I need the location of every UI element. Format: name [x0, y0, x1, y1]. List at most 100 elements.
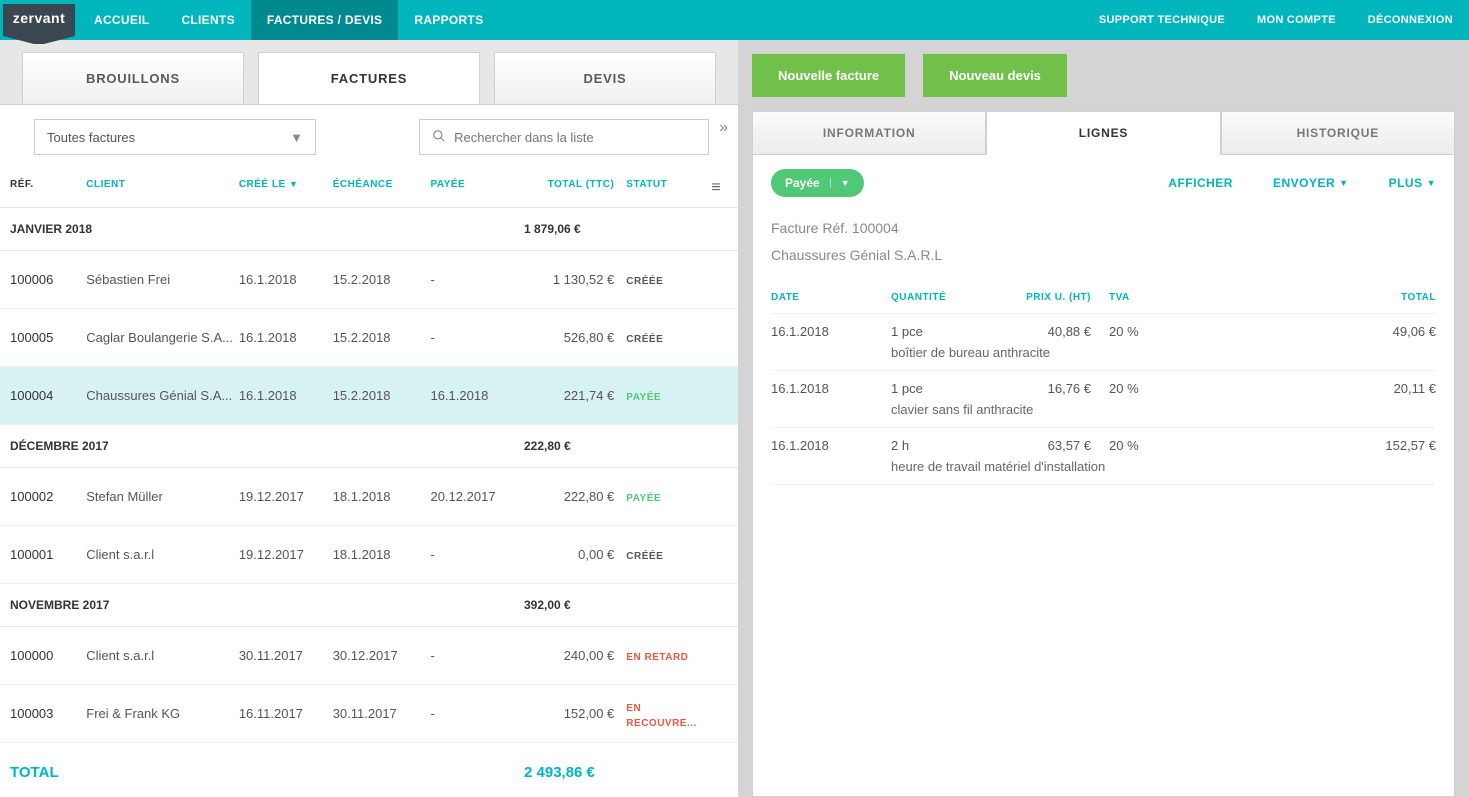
table-row[interactable]: 100000Client s.a.r.l30.11.201730.12.2017… — [0, 627, 738, 685]
cell-due: 15.2.2018 — [333, 320, 431, 355]
line-price: 63,57 € — [1001, 438, 1091, 453]
detail-tab[interactable]: HISTORIQUE — [1221, 111, 1455, 155]
cell-ref: 100001 — [10, 537, 86, 572]
plus-link[interactable]: PLUS ▼ — [1389, 176, 1436, 190]
col-total[interactable]: TOTAL (TTC) — [528, 169, 626, 207]
line-date: 16.1.2018 — [771, 381, 891, 396]
cell-status: CRÉÉE — [626, 320, 704, 355]
filter-select[interactable]: Toutes factures ▼ — [34, 119, 316, 155]
table-body: JANVIER 20181 879,06 €100006Sébastien Fr… — [0, 208, 738, 743]
line-total: 152,57 € — [1151, 438, 1436, 453]
collapse-panel-icon[interactable]: » — [719, 119, 728, 137]
footer-total-value: 2 493,86 € — [524, 764, 728, 781]
cell-total: 0,00 € — [528, 537, 626, 572]
table-row[interactable]: 100005Caglar Boulangerie S.A...16.1.2018… — [0, 309, 738, 367]
col-ref[interactable]: RÉF. — [10, 169, 86, 207]
status-badge: PAYÉE — [626, 392, 661, 403]
nav-item[interactable]: MON COMPTE — [1241, 0, 1352, 40]
nav-item[interactable]: RAPPORTS — [398, 0, 499, 40]
detail-actions: Payée ▼ AFFICHER ENVOYER ▼ PLUS ▼ — [771, 169, 1436, 197]
nav-item[interactable]: DÉCONNEXION — [1352, 0, 1469, 40]
line-date: 16.1.2018 — [771, 438, 891, 453]
cell-created: 16.11.2017 — [239, 696, 333, 731]
cell-created: 19.12.2017 — [239, 479, 333, 514]
nav-item[interactable]: CLIENTS — [165, 0, 250, 40]
search-box[interactable] — [419, 119, 709, 155]
table-row[interactable]: 100002Stefan Müller19.12.201718.1.201820… — [0, 468, 738, 526]
table-row[interactable]: 100004Chaussures Génial S.A...16.1.20181… — [0, 367, 738, 425]
lc-total: TOTAL — [1151, 292, 1436, 303]
cell-due: 18.1.2018 — [333, 537, 431, 572]
line-date: 16.1.2018 — [771, 324, 891, 339]
table-row[interactable]: 100006Sébastien Frei16.1.201815.2.2018-1… — [0, 251, 738, 309]
logo-text: zervant — [3, 4, 76, 36]
cell-paid: - — [430, 696, 528, 731]
col-client[interactable]: CLIENT — [86, 169, 239, 207]
lc-date: DATE — [771, 292, 891, 303]
cell-client: Client s.a.r.l — [86, 638, 239, 673]
cell-status: CRÉÉE — [626, 537, 704, 572]
cell-client: Caglar Boulangerie S.A... — [86, 320, 239, 355]
line-qty: 2 h — [891, 438, 1001, 453]
cell-total: 1 130,52 € — [528, 262, 626, 297]
status-badge: EN RECOUVRE... — [626, 703, 697, 729]
status-badge[interactable]: Payée ▼ — [771, 169, 864, 197]
line-qty: 1 pce — [891, 381, 1001, 396]
lines-body: 16.1.20181 pce40,88 €20 %49,06 €boîtier … — [771, 314, 1436, 485]
cell-due: 30.12.2017 — [333, 638, 431, 673]
invoice-meta: Facture Réf. 100004 Chaussures Génial S.… — [771, 215, 1436, 268]
cell-total: 221,74 € — [528, 378, 626, 413]
status-badge: PAYÉE — [626, 493, 661, 504]
cell-status: EN RECOUVRE... — [626, 689, 704, 739]
table-row[interactable]: 100001Client s.a.r.l19.12.201718.1.2018-… — [0, 526, 738, 584]
footer-total: TOTAL 2 493,86 € — [0, 748, 738, 797]
cell-ref: 100000 — [10, 638, 86, 673]
line-desc: boîtier de bureau anthracite — [891, 345, 1436, 360]
col-status[interactable]: STATUT — [626, 169, 704, 207]
cell-paid: - — [430, 537, 528, 572]
col-paid[interactable]: PAYÉE — [430, 169, 528, 207]
detail-tab[interactable]: LIGNES — [986, 111, 1220, 155]
cell-client: Sébastien Frei — [86, 262, 239, 297]
col-created[interactable]: CRÉÉ LE ▼ — [239, 169, 333, 207]
nav-item[interactable]: ACCUEIL — [78, 0, 165, 40]
filter-row: Toutes factures ▼ » — [0, 105, 738, 169]
chevron-down-icon: ▼ — [290, 130, 303, 145]
line-row: 16.1.20181 pce40,88 €20 %49,06 €boîtier … — [771, 314, 1436, 371]
chevron-down-icon: ▼ — [1339, 178, 1348, 188]
line-tva: 20 % — [1091, 324, 1151, 339]
afficher-link[interactable]: AFFICHER — [1168, 176, 1233, 190]
columns-menu-button[interactable]: ≡ — [705, 169, 728, 207]
nav-item[interactable]: SUPPORT TECHNIQUE — [1083, 0, 1241, 40]
subtab[interactable]: BROUILLONS — [22, 52, 244, 104]
logo[interactable]: zervant — [0, 0, 78, 40]
subtab[interactable]: FACTURES — [258, 52, 480, 104]
nav-right: SUPPORT TECHNIQUEMON COMPTEDÉCONNEXION — [1083, 0, 1469, 40]
new-invoice-button[interactable]: Nouvelle facture — [752, 54, 905, 97]
envoyer-link[interactable]: ENVOYER ▼ — [1273, 176, 1349, 190]
cell-due: 18.1.2018 — [333, 479, 431, 514]
invoice-ref: Facture Réf. 100004 — [771, 215, 1436, 242]
col-due[interactable]: ÉCHÉANCE — [333, 169, 431, 207]
status-badge: EN RETARD — [626, 652, 688, 663]
search-input[interactable] — [454, 130, 696, 145]
lc-qty: QUANTITÉ — [891, 292, 1001, 303]
cell-created: 16.1.2018 — [239, 262, 333, 297]
new-quote-button[interactable]: Nouveau devis — [923, 54, 1067, 97]
table-row[interactable]: 100003Frei & Frank KG16.11.201730.11.201… — [0, 685, 738, 743]
filter-select-value: Toutes factures — [47, 130, 135, 145]
cell-client: Stefan Müller — [86, 479, 239, 514]
cell-client: Chaussures Génial S.A... — [86, 378, 239, 413]
cell-created: 19.12.2017 — [239, 537, 333, 572]
cell-due: 15.2.2018 — [333, 262, 431, 297]
menu-icon: ≡ — [711, 179, 721, 197]
nav-left: ACCUEILCLIENTSFACTURES / DEVISRAPPORTS — [78, 0, 499, 40]
sort-desc-icon: ▼ — [289, 179, 298, 189]
nav-item[interactable]: FACTURES / DEVIS — [251, 0, 398, 40]
line-desc: clavier sans fil anthracite — [891, 402, 1436, 417]
detail-tab[interactable]: INFORMATION — [752, 111, 986, 155]
subtab[interactable]: DEVIS — [494, 52, 716, 104]
cell-paid: 16.1.2018 — [430, 378, 528, 413]
lc-tva: TVA — [1091, 292, 1151, 303]
detail-tabs: INFORMATIONLIGNESHISTORIQUE — [752, 111, 1455, 155]
